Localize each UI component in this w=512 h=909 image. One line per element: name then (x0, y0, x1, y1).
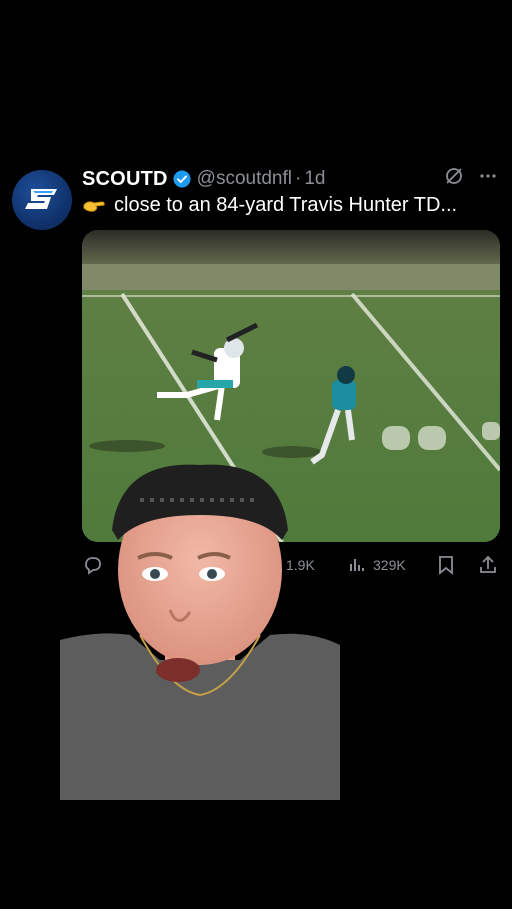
tweet-text: close to an 84-yard Travis Hunter TD... (82, 194, 457, 217)
creator-video-overlay (60, 460, 340, 800)
bookmark-icon (439, 556, 453, 575)
author-handle[interactable]: @scoutdnfl (197, 168, 292, 190)
bookmark-button[interactable] (436, 550, 456, 580)
creator-person-image (60, 464, 340, 800)
tweet-top-icons (444, 166, 498, 186)
pinching-hand-emoji-icon (82, 196, 106, 216)
avatar[interactable] (12, 170, 72, 230)
tweet-header: SCOUTD @scoutdnfl · 1d (82, 166, 325, 192)
separator-dot: · (295, 168, 302, 189)
view-count: 329K (373, 557, 406, 573)
tweet-body-text: close to an 84-yard Travis Hunter TD... (114, 194, 458, 216)
share-icon (480, 555, 496, 573)
verified-badge-icon (173, 170, 191, 188)
views-icon (350, 559, 364, 571)
views-button[interactable]: 329K (347, 550, 406, 580)
more-options-icon[interactable] (478, 166, 498, 186)
scoutd-logo-icon (25, 189, 57, 209)
grok-icon[interactable] (444, 166, 464, 186)
timestamp[interactable]: 1d (304, 168, 325, 190)
author-name[interactable]: SCOUTD (82, 168, 168, 191)
share-button[interactable] (478, 550, 498, 580)
